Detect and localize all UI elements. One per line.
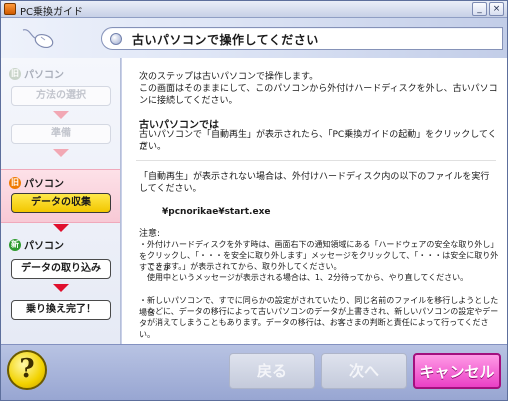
step-arrow-icon — [53, 284, 69, 292]
title-bullet-icon — [110, 33, 122, 45]
help-icon[interactable]: ? — [7, 350, 47, 390]
section-old-pc: 旧 パソコン — [9, 66, 64, 81]
section-label: パソコン — [24, 241, 64, 252]
page-title-box: 古いパソコンで操作してください — [101, 27, 503, 50]
step-method-selection: 方法の選択 — [11, 86, 111, 106]
step-migration-complete: 乗り換え完了！ — [11, 300, 111, 320]
minimize-button[interactable]: _ — [472, 2, 487, 16]
section-new-pc: 新 パソコン — [9, 237, 64, 252]
page-title: 古いパソコンで操作してください — [132, 33, 319, 47]
new-badge-icon: 新 — [9, 238, 21, 251]
close-button[interactable]: × — [489, 2, 504, 16]
section-label: パソコン — [24, 179, 64, 190]
next-button[interactable]: 次へ — [321, 353, 407, 389]
window-title: PC乗換ガイド — [20, 7, 84, 18]
window-controls: _ × — [472, 2, 504, 16]
header-band: 古いパソコンで操作してください — [1, 18, 507, 58]
note-text: 使用中というメッセージが表示される場合は、1、2分待ってから、やり直してください… — [139, 273, 469, 282]
file-path: ¥pcnorikae¥start.exe — [162, 207, 271, 217]
app-window: PC乗換ガイド _ × 古いパソコンで操作してください 旧 パソコン 方法の選択… — [0, 0, 508, 401]
step-data-collection: データの収集 — [11, 193, 111, 213]
old-badge-icon: 旧 — [9, 176, 21, 189]
mouse-icon — [22, 29, 54, 49]
pc-badge-icon: 旧 — [9, 67, 21, 80]
step-preparation: 準備 — [11, 124, 111, 144]
section-old-pc-current: 旧 パソコン — [9, 175, 64, 190]
intro-text: ンに接続してください。 — [139, 96, 238, 106]
content-panel: 次のステップは古いパソコンで操作します。 この画面はそのままにして、このパソコン… — [122, 58, 507, 344]
divider — [136, 160, 496, 161]
back-button[interactable]: 戻る — [229, 353, 315, 389]
footer-bar: ? 戻る 次へ キャンセル — [1, 344, 507, 400]
fallback-text: してください。 — [139, 184, 202, 194]
intro-text: 次のステップは古いパソコンで操作します。 — [139, 72, 319, 82]
step-data-import: データの取り込み — [11, 259, 111, 279]
step-arrow-icon — [53, 111, 69, 119]
section-label: パソコン — [24, 70, 64, 81]
step-arrow-icon — [53, 224, 69, 232]
sidebar: 旧 パソコン 方法の選択 準備 旧 パソコン データの収集 新 パソコン データ… — [1, 58, 121, 344]
fallback-text: 「自動再生」が表示されない場合は、外付けハードディスク内の以下のファイルを実行 — [139, 172, 490, 182]
intro-text: この画面はそのままにして、このパソコンから外付けハードディスクを外し、古いパソコ — [139, 84, 498, 94]
step-arrow-icon — [53, 149, 69, 157]
cancel-button[interactable]: キャンセル — [413, 353, 501, 389]
app-icon — [4, 3, 16, 15]
title-bar[interactable]: PC乗換ガイド _ × — [1, 1, 507, 18]
note-text: が消えてしまうこともあります。データの移行は、お客さまの判断と責任によって行って… — [139, 318, 489, 339]
instruction-text: さい。 — [139, 142, 167, 152]
